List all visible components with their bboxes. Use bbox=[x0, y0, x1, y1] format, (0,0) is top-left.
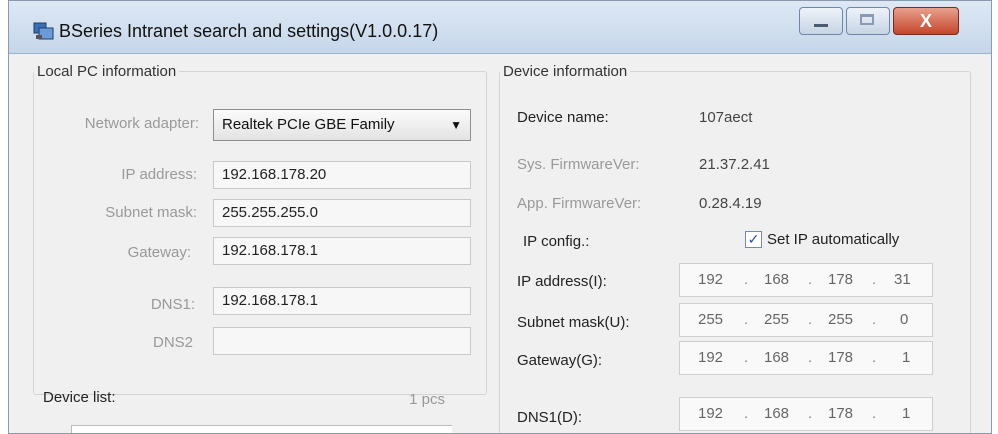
ip-octet: 192 bbox=[698, 271, 724, 288]
dns-octet: 168 bbox=[764, 405, 790, 422]
gw-octet: 1 bbox=[902, 349, 911, 366]
ip-address-label: IP address: bbox=[121, 166, 197, 183]
mask-octet: 0 bbox=[900, 311, 909, 328]
network-adapter-value: Realtek PCIe GBE Family bbox=[222, 116, 395, 133]
maximize-button[interactable] bbox=[846, 7, 890, 35]
mask-octet: 255 bbox=[698, 311, 724, 328]
dropdown-arrow-icon: ▼ bbox=[450, 118, 462, 132]
local-pc-legend: Local PC information bbox=[37, 63, 177, 80]
device-dns-field[interactable]: 192. 168. 178. 1 bbox=[679, 397, 933, 431]
ip-address-field[interactable]: 192.168.178.20 bbox=[213, 161, 471, 189]
mask-octet: 255 bbox=[764, 311, 790, 328]
gw-octet: 178 bbox=[828, 349, 854, 366]
app-icon bbox=[33, 22, 54, 40]
dns-octet: 1 bbox=[902, 405, 911, 422]
set-ip-auto-label[interactable]: Set IP automatically bbox=[767, 231, 947, 248]
app-window: BSeries Intranet search and settings(V1.… bbox=[8, 0, 992, 434]
dns-octet: 178 bbox=[828, 405, 854, 422]
window-title: BSeries Intranet search and settings(V1.… bbox=[59, 21, 439, 41]
network-adapter-select[interactable]: Realtek PCIe GBE Family ▼ bbox=[213, 109, 471, 141]
dns-octet: 192 bbox=[698, 405, 724, 422]
device-mask-field[interactable]: 255. 255. 255. 0 bbox=[679, 303, 933, 337]
ip-octet: 31 bbox=[894, 271, 911, 288]
device-ip-label: IP address(I): bbox=[517, 273, 607, 290]
ip-octet: 178 bbox=[828, 271, 854, 288]
minimize-button[interactable] bbox=[799, 7, 843, 35]
subnet-mask-label: Subnet mask: bbox=[105, 204, 197, 221]
device-dns-label: DNS1(D): bbox=[517, 409, 583, 426]
device-name-label: Device name: bbox=[517, 109, 609, 126]
app-firmware-value: 0.28.4.19 bbox=[699, 195, 762, 212]
close-button[interactable]: X bbox=[893, 7, 959, 35]
gateway-label: Gateway: bbox=[127, 244, 191, 261]
ip-octet: 168 bbox=[764, 271, 790, 288]
gateway-field[interactable]: 192.168.178.1 bbox=[213, 237, 471, 265]
device-list-table[interactable] bbox=[71, 425, 452, 433]
app-firmware-label: App. FirmwareVer: bbox=[517, 195, 642, 212]
sys-firmware-value: 21.37.2.41 bbox=[699, 156, 770, 173]
network-adapter-label: Network adapter: bbox=[84, 115, 199, 132]
ip-config-label: IP config.: bbox=[523, 233, 590, 250]
dns2-label: DNS2 bbox=[152, 334, 193, 351]
device-info-legend: Device information bbox=[503, 63, 628, 80]
maximize-icon bbox=[860, 14, 874, 25]
device-list-label: Device list: bbox=[43, 389, 116, 406]
mask-octet: 255 bbox=[828, 311, 854, 328]
device-name-value: 107aect bbox=[699, 109, 753, 126]
gw-octet: 192 bbox=[698, 349, 724, 366]
device-ip-field[interactable]: 192. 168. 178. 31 bbox=[679, 263, 933, 297]
device-gateway-label: Gateway(G): bbox=[517, 352, 603, 369]
subnet-mask-field[interactable]: 255.255.255.0 bbox=[213, 199, 471, 227]
dns1-label: DNS1: bbox=[150, 296, 195, 313]
set-ip-auto-checkbox[interactable]: ✓ bbox=[745, 231, 762, 248]
dns2-field[interactable] bbox=[213, 327, 471, 355]
dns1-field[interactable]: 192.168.178.1 bbox=[213, 287, 471, 315]
close-icon: X bbox=[919, 11, 932, 31]
device-mask-label: Subnet mask(U): bbox=[517, 314, 630, 331]
checkmark-icon: ✓ bbox=[747, 231, 760, 247]
device-gateway-field[interactable]: 192. 168. 178. 1 bbox=[679, 341, 933, 375]
minimize-icon bbox=[814, 24, 828, 27]
title-bar[interactable]: BSeries Intranet search and settings(V1.… bbox=[9, 1, 991, 54]
device-count: 1 pcs bbox=[409, 391, 445, 408]
gw-octet: 168 bbox=[764, 349, 790, 366]
sys-firmware-label: Sys. FirmwareVer: bbox=[517, 156, 640, 173]
